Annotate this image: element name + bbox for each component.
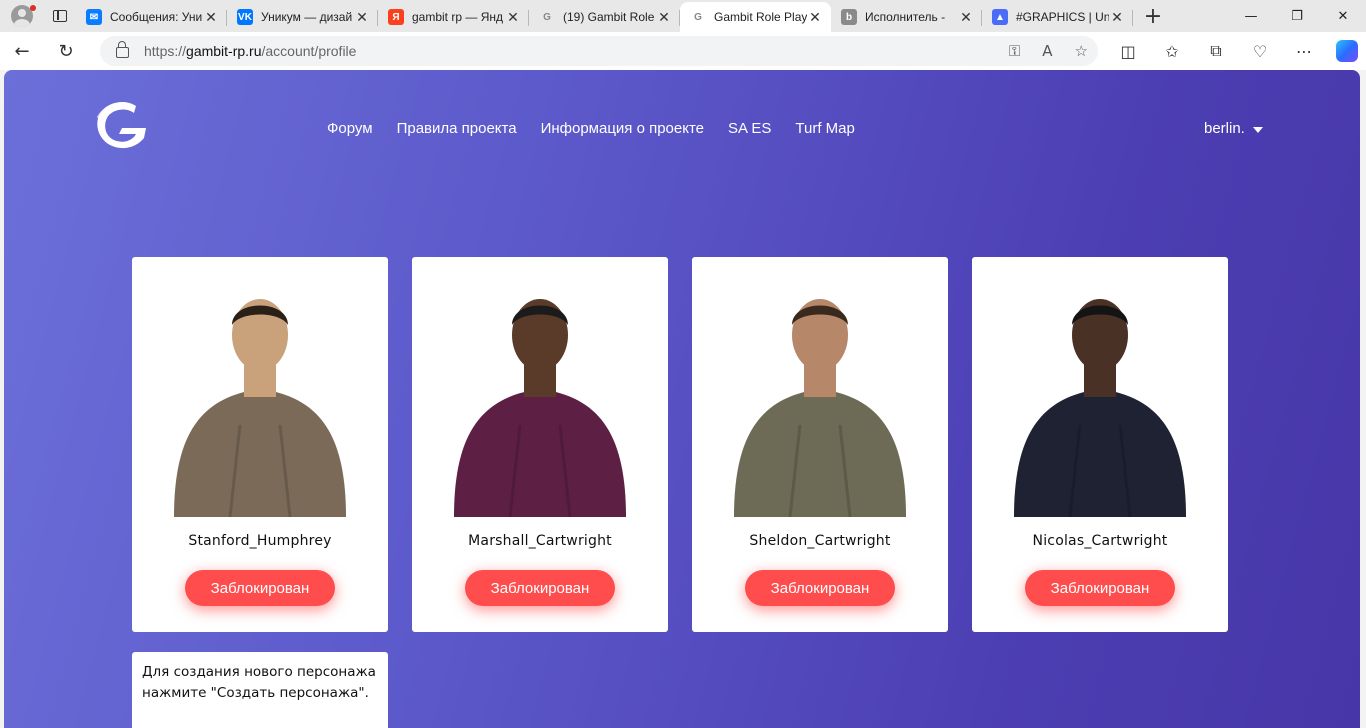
scrollbar-thumb[interactable] — [1356, 70, 1360, 425]
behance-icon: b — [841, 9, 857, 25]
nav-link[interactable]: Правила проекта — [397, 120, 517, 137]
close-tab-icon[interactable]: ✕ — [656, 9, 672, 26]
browser-tab-strip: ✉ Сообщения: Уни ✕ VK Уникум — дизай ✕ Яgambit… — [0, 0, 1366, 32]
nav-link[interactable]: Turf Map — [795, 120, 854, 137]
close-tab-icon[interactable]: ✕ — [958, 9, 974, 26]
scrollbar[interactable] — [1354, 70, 1360, 728]
address-bar-actions: ⚿ A ☆ — [1009, 36, 1088, 66]
vk-icon: VK — [237, 9, 253, 25]
favorite-star-icon[interactable]: ☆ — [1075, 42, 1088, 60]
tab-actions-icon — [53, 10, 67, 22]
new-tab-button[interactable]: + — [1133, 0, 1173, 32]
character-card[interactable]: Nicolas_Cartwright Заблокирован — [972, 257, 1228, 632]
close-tab-icon[interactable]: ✕ — [807, 9, 823, 26]
close-tab-icon[interactable]: ✕ — [505, 9, 521, 26]
copilot-icon[interactable] — [1336, 40, 1358, 62]
messages-icon: ✉ — [86, 9, 102, 25]
collections-icon[interactable]: ⧉ — [1194, 41, 1238, 61]
gambit-icon: G — [694, 11, 702, 23]
gambit-icon: G — [543, 11, 551, 23]
browser-tab[interactable]: ▲ #GRAPHICS | Uniq✕ — [982, 2, 1133, 32]
tab-title: Исполнитель - — [865, 10, 946, 24]
yandex-icon: Я — [388, 9, 404, 25]
tab-separator — [1132, 10, 1133, 26]
graphics-icon: ▲ — [992, 9, 1008, 25]
new-character-hint: Для создания нового персонажа нажмите "С… — [142, 664, 376, 701]
browser-essentials-icon[interactable]: ♡ — [1238, 42, 1282, 61]
character-card[interactable]: Stanford_Humphrey Заблокирован — [132, 257, 388, 632]
blocked-status-button[interactable]: Заблокирован — [1025, 570, 1175, 606]
gambit-logo[interactable] — [92, 98, 150, 152]
character-name: Sheldon_Cartwright — [749, 533, 891, 549]
character-name: Stanford_Humphrey — [188, 533, 332, 549]
character-portrait — [1014, 299, 1186, 517]
character-name: Nicolas_Cartwright — [1032, 533, 1168, 549]
blocked-status-button[interactable]: Заблокирован — [745, 570, 895, 606]
character-card[interactable]: Sheldon_Cartwright Заблокирован — [692, 257, 948, 632]
profile-avatar[interactable] — [0, 0, 44, 32]
page-content: Форум Правила проекта Информация о проекте… — [4, 70, 1360, 728]
address-bar[interactable]: https://gambit-rp.ru/account/profile ⚿ A… — [100, 36, 1098, 66]
lock-icon — [116, 41, 129, 58]
chevron-down-icon — [1252, 127, 1263, 133]
user-menu[interactable]: berlin. — [1204, 120, 1263, 137]
window-controls: — ❐ ✕ — [1228, 0, 1366, 32]
close-tab-icon[interactable]: ✕ — [203, 9, 219, 26]
tab-title: gambit rp — Янд — [412, 10, 503, 24]
character-portrait — [454, 299, 626, 517]
character-portrait — [174, 299, 346, 517]
character-list: Stanford_Humphrey Заблокирован Marshall_Ca… — [132, 257, 1228, 632]
blocked-status-button[interactable]: Заблокирован — [465, 570, 615, 606]
new-character-card[interactable]: Для создания нового персонажа нажмите "С… — [132, 652, 388, 728]
character-name: Marshall_Cartwright — [468, 533, 612, 549]
username: berlin. — [1204, 120, 1245, 137]
browser-tab[interactable]: Яgambit rp — Янд ✕ — [378, 2, 529, 32]
tab-title: (19) Gambit Role — [563, 10, 655, 24]
browser-tab[interactable]: b Исполнитель - ✕ — [831, 2, 982, 32]
refresh-button[interactable]: ↻ — [44, 32, 88, 70]
browser-tab[interactable]: ✉ Сообщения: Уни ✕ — [76, 2, 227, 32]
browser-tab[interactable]: VK Уникум — дизай ✕ — [227, 2, 378, 32]
close-tab-icon[interactable]: ✕ — [354, 9, 370, 26]
more-menu-icon[interactable]: ⋯ — [1282, 42, 1326, 61]
close-tab-icon[interactable]: ✕ — [1109, 9, 1125, 26]
split-screen-icon[interactable]: ◫ — [1106, 42, 1150, 61]
tab-title: Уникум — дизай — [261, 10, 353, 24]
nav-link[interactable]: SA ES — [728, 120, 771, 137]
url-path: /account/profile — [261, 43, 357, 59]
character-portrait — [734, 299, 906, 517]
close-window-button[interactable]: ✕ — [1320, 0, 1366, 32]
tab-actions-button[interactable] — [44, 0, 76, 32]
nav-link[interactable]: Форум — [327, 120, 373, 137]
url-text: https://gambit-rp.ru/account/profile — [144, 43, 356, 59]
notification-dot — [30, 5, 36, 11]
tab-title: Gambit Role Play — [714, 10, 807, 24]
restore-button[interactable]: ❐ — [1274, 0, 1320, 32]
browser-tab[interactable]: G (19) Gambit Role ✕ — [529, 2, 680, 32]
browser-tab[interactable]: G Gambit Role Play ✕ — [680, 2, 831, 32]
back-button[interactable]: ← — [0, 32, 44, 70]
url-host: gambit-rp.ru — [186, 43, 262, 59]
tab-list: ✉ Сообщения: Уни ✕ VK Уникум — дизай ✕ Яgambit… — [76, 0, 1133, 32]
tab-title: #GRAPHICS | Uniq — [1016, 10, 1109, 24]
character-card[interactable]: Marshall_Cartwright Заблокирован — [412, 257, 668, 632]
key-icon[interactable]: ⚿ — [1009, 42, 1020, 60]
top-navigation: Форум Правила проекта Информация о проекте… — [327, 120, 855, 137]
toolbar-right: ◫ ✩ ⧉ ♡ ⋯ — [1106, 32, 1358, 70]
minimize-button[interactable]: — — [1228, 0, 1274, 32]
read-aloud-icon[interactable]: A — [1042, 42, 1052, 60]
tab-title: Сообщения: Уни — [110, 10, 203, 24]
url-scheme: https:// — [144, 43, 187, 59]
nav-link[interactable]: Информация о проекте — [541, 120, 704, 137]
favorites-icon[interactable]: ✩ — [1150, 42, 1194, 61]
browser-toolbar: ← ↻ https://gambit-rp.ru/account/profile… — [0, 32, 1366, 70]
blocked-status-button[interactable]: Заблокирован — [185, 570, 335, 606]
